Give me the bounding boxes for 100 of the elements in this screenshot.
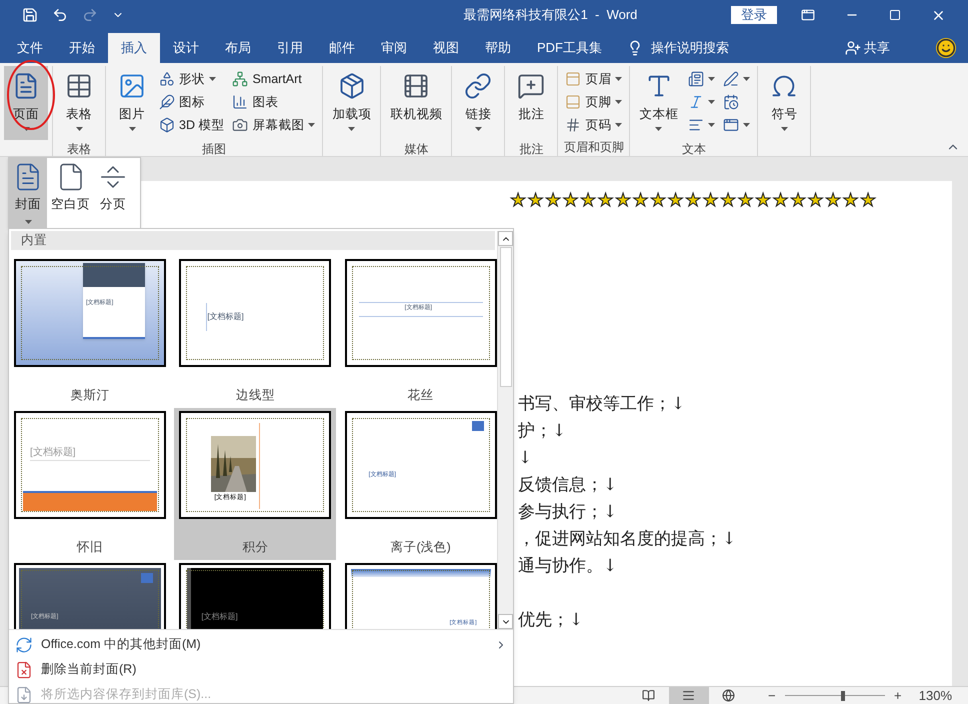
ribbon-button[interactable]: 图表 bbox=[229, 91, 318, 113]
group-label: 页眉和页脚 bbox=[564, 139, 624, 156]
ribbon-button[interactable]: 链接 bbox=[456, 66, 500, 140]
header-icon bbox=[565, 71, 582, 87]
tell-me-search[interactable]: 操作说明搜索 bbox=[651, 38, 729, 58]
cover-name: 花丝 bbox=[408, 386, 434, 404]
gallery-header: 内置 bbox=[11, 231, 495, 250]
web-layout-icon bbox=[722, 689, 736, 702]
ribbon-button[interactable]: 符号 bbox=[762, 66, 806, 140]
document-line: 护；↓ bbox=[518, 420, 568, 443]
ribbon-tab[interactable]: 设计 bbox=[160, 33, 212, 63]
document-line: 参与执行；↓ bbox=[518, 501, 618, 524]
smiley-icon[interactable] bbox=[936, 38, 956, 58]
ribbon-tab[interactable]: 邮件 bbox=[316, 33, 368, 63]
login-button[interactable]: 登录 bbox=[731, 6, 777, 24]
read-mode-icon bbox=[642, 689, 656, 702]
star-border: ★★★★★★★★★★★★★★★★★★★★★ bbox=[510, 191, 878, 211]
cover-name: 离子(浅色) bbox=[390, 538, 451, 556]
window-title: 最需网络科技有限公1 - Word bbox=[462, 6, 638, 24]
square-tag bbox=[141, 572, 153, 583]
menu-item[interactable]: 删除当前封面(R) bbox=[9, 657, 513, 682]
newspaper-icon bbox=[688, 71, 704, 87]
ribbon-button[interactable]: 屏幕截图 bbox=[229, 114, 318, 136]
annotation-ellipse bbox=[6, 59, 56, 131]
cover-name: 怀旧 bbox=[77, 538, 103, 556]
ribbon-tab[interactable]: 文件 bbox=[4, 33, 56, 63]
print-layout-icon bbox=[682, 689, 696, 702]
cover-name: 积分 bbox=[242, 538, 268, 556]
link-icon bbox=[464, 72, 492, 100]
bar-chart-icon bbox=[232, 94, 248, 110]
document-line: 反馈信息；↓ bbox=[518, 474, 618, 497]
ribbon-tab[interactable]: 帮助 bbox=[472, 33, 524, 63]
ribbon-button[interactable]: 页面 bbox=[4, 66, 48, 140]
page-menu-button[interactable]: 封面 bbox=[9, 158, 47, 228]
thumbnail-title: [文档标题] bbox=[30, 446, 76, 460]
document-line: ↓ bbox=[518, 447, 534, 470]
package-icon bbox=[338, 72, 366, 100]
shapes-icon bbox=[159, 71, 175, 87]
zoom-in-button[interactable]: + bbox=[890, 686, 905, 704]
ribbon-button[interactable]: 联机视频 bbox=[385, 66, 448, 140]
camera-icon bbox=[232, 117, 248, 133]
document-line: 书写、审校等工作；↓ bbox=[518, 393, 686, 416]
feather-icon bbox=[159, 94, 175, 110]
ribbon-button[interactable]: 形状 bbox=[156, 68, 228, 90]
zoom-thumb[interactable] bbox=[840, 690, 845, 700]
group-label: 文本 bbox=[682, 141, 706, 158]
hash-icon bbox=[565, 117, 582, 133]
zoom-level: 130% bbox=[918, 686, 952, 704]
thumbnail-title: [文档标题] bbox=[201, 610, 238, 623]
delete-page-icon bbox=[15, 660, 33, 678]
ribbon-button[interactable]: 加载项 bbox=[327, 66, 376, 140]
ribbon-tab[interactable]: PDF工具集 bbox=[524, 33, 615, 63]
window-icon bbox=[723, 117, 740, 133]
group-label: 插图 bbox=[202, 141, 226, 158]
ribbon-button[interactable]: 3D 模型 bbox=[156, 114, 228, 136]
ribbon-tab[interactable]: 插入 bbox=[108, 33, 160, 63]
cube-icon bbox=[159, 117, 175, 133]
ribbon-tab[interactable]: 视图 bbox=[420, 33, 472, 63]
zoom-out-button[interactable]: − bbox=[764, 686, 779, 704]
maximize-icon[interactable] bbox=[889, 9, 901, 21]
align-left-icon bbox=[688, 117, 704, 133]
ribbon-button[interactable]: 页码 bbox=[562, 114, 626, 136]
cover-thumbnail[interactable]: [文档标题] bbox=[179, 258, 332, 367]
cover-option[interactable]: [文档标题] 边线型 bbox=[174, 256, 336, 408]
page-menu-button[interactable]: 空白页 bbox=[47, 158, 94, 228]
page-menu-button[interactable]: 分页 bbox=[94, 158, 132, 228]
image-icon bbox=[118, 72, 146, 100]
film-icon bbox=[402, 72, 430, 100]
table-icon bbox=[65, 72, 93, 100]
ribbon-tab[interactable]: 开始 bbox=[56, 33, 108, 63]
ribbon-tab[interactable]: 引用 bbox=[264, 33, 316, 63]
pen-icon bbox=[723, 71, 740, 87]
ribbon-tab[interactable]: 审阅 bbox=[368, 33, 420, 63]
ribbon-button[interactable]: 表格 bbox=[57, 66, 101, 140]
cover-option[interactable]: [文档标题] 怀旧 bbox=[9, 408, 171, 560]
ribbon-button[interactable]: 页眉 bbox=[562, 68, 626, 90]
ribbon-button[interactable]: 文本框 bbox=[634, 66, 684, 140]
ribbon-button[interactable]: 批注 bbox=[509, 66, 554, 140]
diagram-icon bbox=[232, 71, 248, 87]
ribbon-button[interactable]: 页脚 bbox=[562, 91, 626, 113]
undo-icon[interactable] bbox=[52, 7, 68, 23]
group-label: 批注 bbox=[519, 141, 544, 158]
view-button[interactable] bbox=[668, 686, 709, 704]
thumbnail-title: [文档标题] bbox=[207, 310, 244, 323]
document-line: ，促进网站知名度的提高；↓ bbox=[518, 528, 738, 551]
ribbon-button[interactable]: 图片 bbox=[110, 66, 154, 140]
cover-name: 边线型 bbox=[236, 386, 275, 404]
gallery-scrollbar[interactable] bbox=[497, 231, 513, 629]
cover-name: 奥斯汀 bbox=[70, 386, 110, 404]
menu-item[interactable]: Office.com 中的其他封面(M) bbox=[9, 632, 513, 657]
ribbon-button[interactable]: SmartArt bbox=[229, 68, 318, 90]
ribbon-tab[interactable]: 布局 bbox=[212, 33, 264, 63]
zoom-slider[interactable] bbox=[784, 688, 885, 702]
comment-icon bbox=[517, 72, 546, 100]
ribbon-display-icon[interactable] bbox=[801, 8, 815, 22]
share-button[interactable]: 共享 bbox=[845, 33, 890, 63]
ribbon-button[interactable]: 图标 bbox=[156, 91, 228, 113]
save-icon[interactable] bbox=[22, 7, 38, 23]
group-label: 媒体 bbox=[404, 141, 428, 158]
document-line: 通与协作。↓ bbox=[518, 555, 618, 578]
